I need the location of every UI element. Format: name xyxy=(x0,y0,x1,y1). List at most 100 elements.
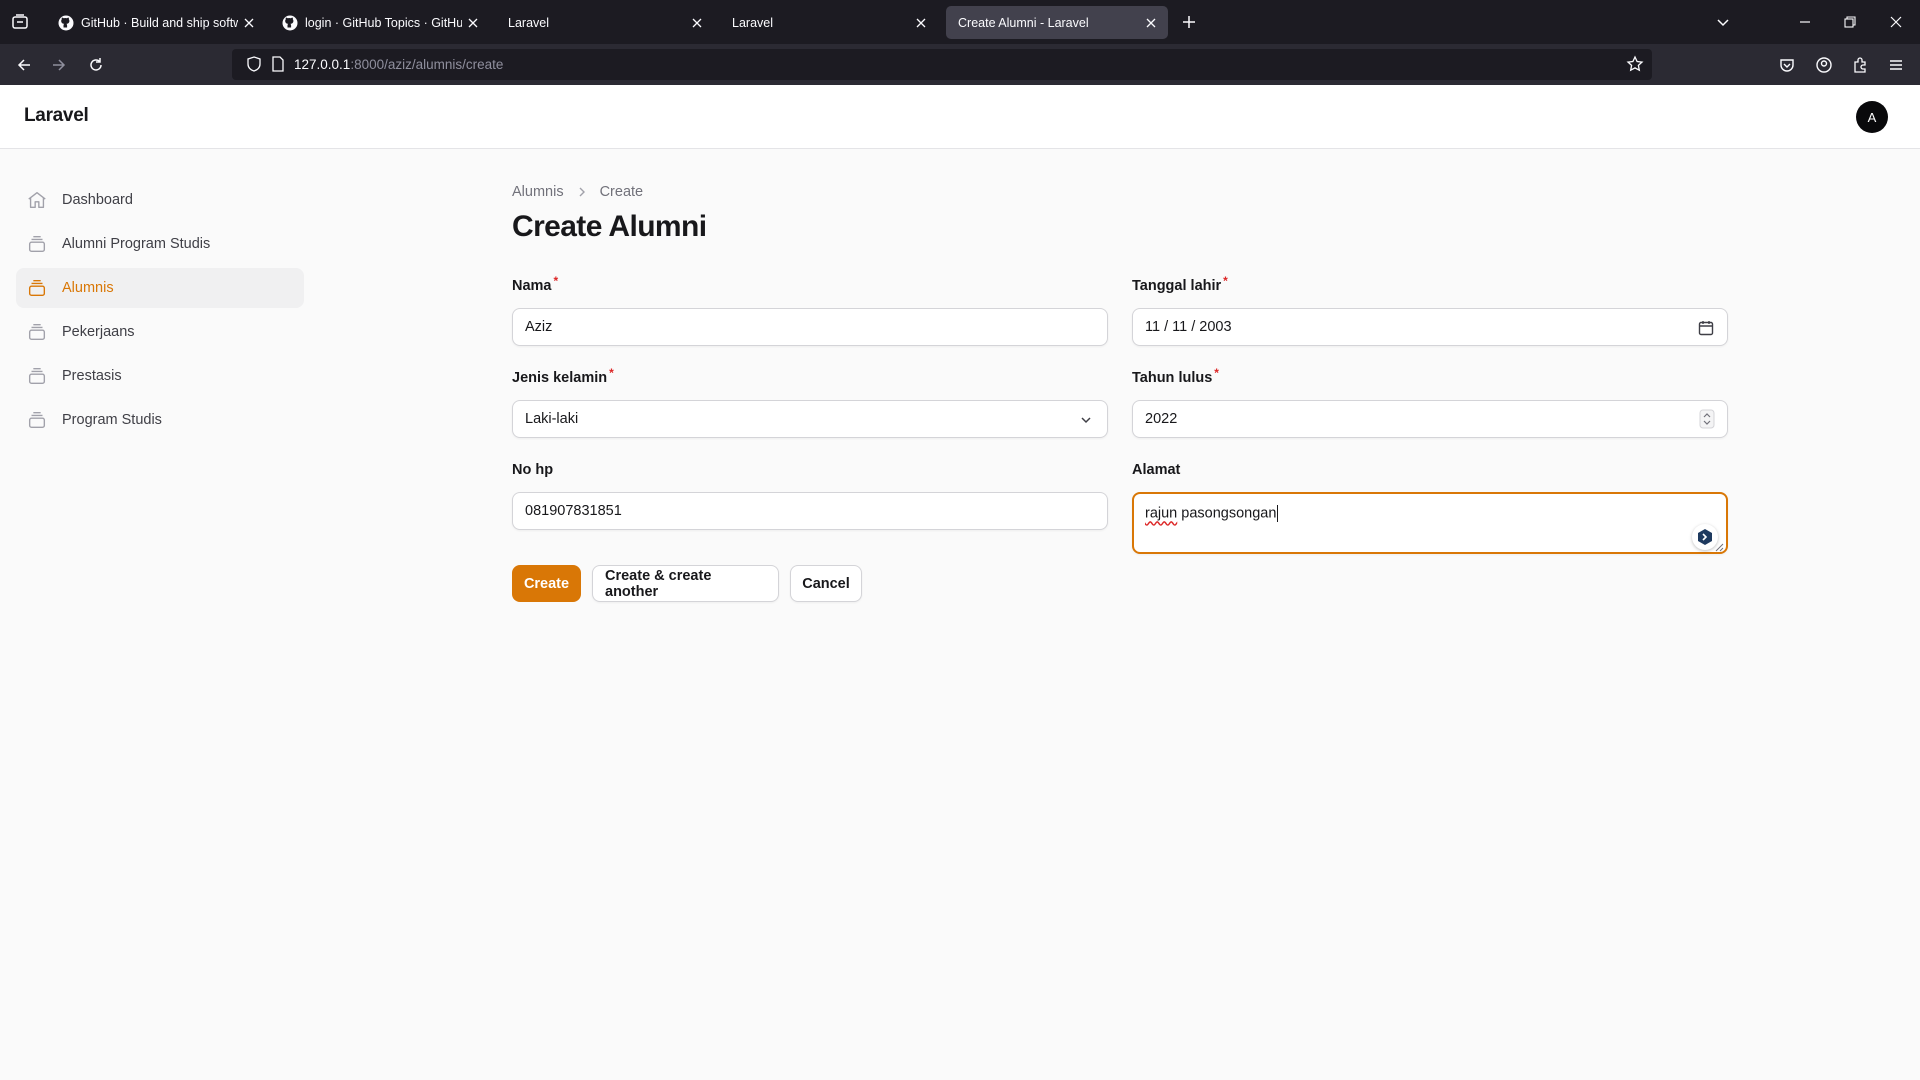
browser-tab-4[interactable]: Laravel xyxy=(720,6,938,39)
browser-tab-3[interactable]: Laravel xyxy=(496,6,714,39)
field-label: Alamat xyxy=(1132,460,1728,480)
new-tab-icon[interactable] xyxy=(1178,11,1200,33)
field-label: Tanggal lahir * xyxy=(1132,274,1728,296)
github-icon xyxy=(58,15,74,31)
sidebar-item-label: Alumni Program Studis xyxy=(62,236,211,252)
create-button[interactable]: Create xyxy=(512,565,581,602)
input-value: 11 / 11 / 2003 xyxy=(1145,319,1232,335)
tab-title: Laravel xyxy=(508,15,549,30)
browser-tab-2[interactable]: login · GitHub Topics · GitHub xyxy=(272,6,490,39)
sidebar-item-alumnis[interactable]: Alumnis xyxy=(16,268,304,308)
page-title: Create Alumni xyxy=(512,210,707,243)
page-icon[interactable] xyxy=(269,55,287,73)
field-tanggal-lahir: Tanggal lahir * 11 / 11 / 2003 xyxy=(1132,274,1728,346)
browser-tab-active[interactable]: Create Alumni - Laravel xyxy=(946,6,1168,39)
input-value: Aziz xyxy=(525,319,553,335)
resize-handle-icon[interactable] xyxy=(1714,540,1724,552)
label-text: Jenis kelamin xyxy=(512,370,608,386)
field-alamat: Alamat rajun pasongsongan xyxy=(1132,460,1728,554)
tab-list-icon[interactable] xyxy=(10,12,30,32)
tahun-lulus-number-input[interactable]: 2022 xyxy=(1132,400,1728,438)
breadcrumb-link-alumnis[interactable]: Alumnis xyxy=(512,184,564,200)
jenis-kelamin-select[interactable]: Laki-laki xyxy=(512,400,1108,438)
label-text: Tanggal lahir xyxy=(1132,278,1222,294)
calendar-icon[interactable] xyxy=(1697,319,1715,337)
form-actions: Create Create & create another Cancel xyxy=(512,565,873,602)
github-icon xyxy=(282,15,298,31)
account-icon[interactable] xyxy=(1812,53,1836,77)
tab-title: Create Alumni - Laravel xyxy=(958,15,1089,30)
breadcrumb-current: Create xyxy=(599,184,644,200)
extensions-icon[interactable] xyxy=(1848,53,1872,77)
field-label: No hp xyxy=(512,460,1108,480)
tanggal-lahir-date-input[interactable]: 11 / 11 / 2003 xyxy=(1132,308,1728,346)
tab-overflow-chevron-icon[interactable] xyxy=(1711,10,1735,34)
chevron-right-icon xyxy=(576,186,588,198)
field-no-hp: No hp 081907831851 xyxy=(512,460,1108,530)
close-tab-icon[interactable] xyxy=(462,12,484,34)
close-tab-icon[interactable] xyxy=(686,12,708,34)
field-label: Jenis kelamin * xyxy=(512,366,1108,388)
required-mark: * xyxy=(1223,274,1228,288)
user-avatar[interactable]: A xyxy=(1856,101,1888,133)
sidebar-item-pekerjaans[interactable]: Pekerjaans xyxy=(16,312,304,352)
label-text: Nama xyxy=(512,278,552,294)
address-bar[interactable]: 127.0.0.1:8000/aziz/alumnis/create xyxy=(232,49,1652,80)
stack-icon xyxy=(28,279,46,297)
stack-icon xyxy=(28,411,46,429)
chevron-down-icon xyxy=(1077,411,1095,429)
close-tab-icon[interactable] xyxy=(1140,12,1162,34)
create-and-create-another-button[interactable]: Create & create another xyxy=(592,565,779,602)
textarea-value-rest: pasongsongan xyxy=(1177,505,1277,522)
alumni-form: Nama * Aziz Tanggal lahir * 11 / 11 / 2003… xyxy=(512,274,1728,736)
minimize-icon[interactable] xyxy=(1793,10,1817,34)
sidebar-item-label: Program Studis xyxy=(62,412,162,428)
no-hp-input[interactable]: 081907831851 xyxy=(512,492,1108,530)
close-tab-icon[interactable] xyxy=(238,12,260,34)
main-content: Alumnis Create Create Alumni Nama * Aziz … xyxy=(512,180,1728,736)
close-tab-icon[interactable] xyxy=(910,12,932,34)
url-path: :8000/aziz/alumnis/create xyxy=(350,57,504,72)
browser-tab-bar: GitHub · Build and ship softwar login · … xyxy=(0,0,1920,44)
app-topbar: Laravel A xyxy=(0,85,1920,149)
stack-icon xyxy=(28,323,46,341)
menu-icon[interactable] xyxy=(1884,53,1908,77)
restore-icon[interactable] xyxy=(1838,10,1862,34)
textarea-value: rajun pasongsongan xyxy=(1145,505,1279,522)
required-mark: * xyxy=(1214,366,1219,380)
sidebar-item-label: Pekerjaans xyxy=(62,324,135,340)
reload-icon[interactable] xyxy=(84,53,108,77)
cancel-button[interactable]: Cancel xyxy=(790,565,862,602)
tab-title: GitHub · Build and ship softwar xyxy=(81,15,238,30)
label-text: No hp xyxy=(512,462,554,478)
number-spinner-icon[interactable] xyxy=(1699,409,1715,429)
forward-icon[interactable] xyxy=(47,53,71,77)
breadcrumb: Alumnis Create xyxy=(512,180,1728,204)
field-label: Tahun lulus * xyxy=(1132,366,1728,388)
tab-title: login · GitHub Topics · GitHub xyxy=(305,15,462,30)
browser-tab-1[interactable]: GitHub · Build and ship softwar xyxy=(48,6,266,39)
sidebar-item-alumni-program-studis[interactable]: Alumni Program Studis xyxy=(16,224,304,264)
back-icon[interactable] xyxy=(12,53,36,77)
input-value: 081907831851 xyxy=(525,503,622,519)
sidebar-item-program-studis[interactable]: Program Studis xyxy=(16,400,304,440)
url-text[interactable]: 127.0.0.1:8000/aziz/alumnis/create xyxy=(294,57,503,72)
shield-icon[interactable] xyxy=(245,55,263,73)
sidebar-item-dashboard[interactable]: Dashboard xyxy=(16,180,304,220)
input-value: 2022 xyxy=(1145,411,1178,427)
sidebar-item-label: Dashboard xyxy=(62,192,133,208)
close-window-icon[interactable] xyxy=(1884,10,1908,34)
sidebar: Dashboard Alumni Program Studis Alumnis … xyxy=(16,180,304,444)
bookmark-star-icon[interactable] xyxy=(1626,55,1644,73)
nama-input[interactable]: Aziz xyxy=(512,308,1108,346)
field-label: Nama * xyxy=(512,274,1108,296)
stack-icon xyxy=(28,367,46,385)
sidebar-item-prestasis[interactable]: Prestasis xyxy=(16,356,304,396)
url-host: 127.0.0.1 xyxy=(294,57,351,72)
alamat-textarea[interactable]: rajun pasongsongan xyxy=(1132,492,1728,554)
brand-logo[interactable]: Laravel xyxy=(24,105,89,127)
browser-toolbar: 127.0.0.1:8000/aziz/alumnis/create xyxy=(0,44,1920,85)
field-tahun-lulus: Tahun lulus * 2022 xyxy=(1132,366,1728,438)
pocket-icon[interactable] xyxy=(1775,53,1799,77)
sidebar-item-label: Prestasis xyxy=(62,368,122,384)
